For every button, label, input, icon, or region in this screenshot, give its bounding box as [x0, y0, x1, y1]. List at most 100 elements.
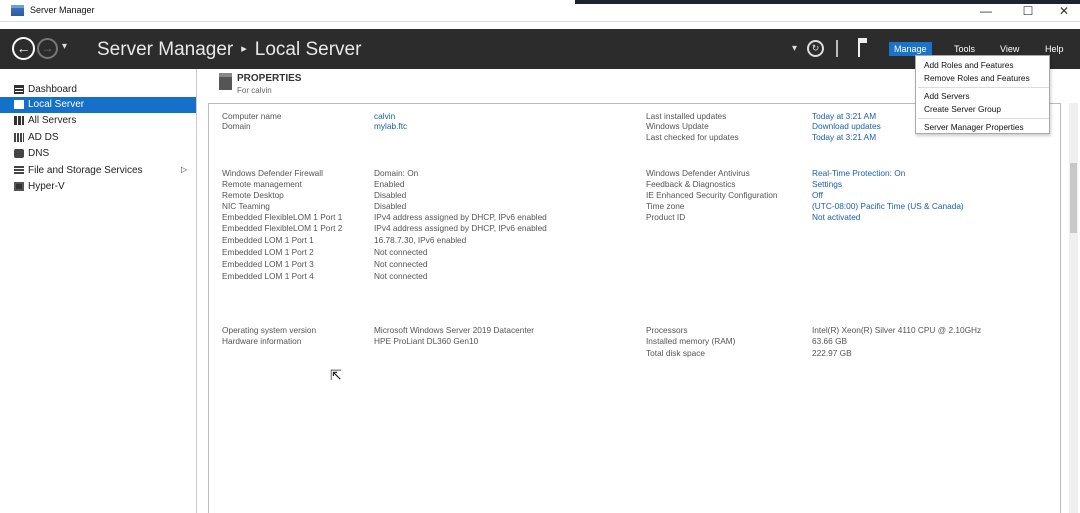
dns-icon — [14, 149, 24, 158]
remote-mgmt-label: Remote management — [222, 179, 302, 189]
remote-desktop-value[interactable]: Disabled — [374, 190, 406, 200]
lom-port2-value[interactable]: Not connected — [374, 247, 428, 257]
domain-value[interactable]: mylab.ftc — [374, 121, 407, 131]
refresh-icon[interactable]: ↻ — [807, 40, 824, 57]
antivirus-label: Windows Defender Antivirus — [646, 168, 750, 178]
breadcrumb-current: Local Server — [254, 39, 362, 60]
taskbar-strip — [575, 0, 1080, 4]
menu-remove-roles[interactable]: Remove Roles and Features — [924, 73, 1030, 83]
sidebar-item-file-storage[interactable]: File and Storage Services ▷ — [0, 163, 196, 179]
sidebar-item-label: Local Server — [28, 99, 85, 110]
processors-label: Processors — [646, 325, 688, 335]
sidebar-item-ad-ds[interactable]: AD DS — [0, 130, 196, 146]
mouse-pointer-icon: ⇱ — [330, 367, 342, 383]
ie-esc-label: IE Enhanced Security Configuration — [646, 190, 778, 200]
lom-port3-value[interactable]: Not connected — [374, 259, 428, 269]
hardware-label: Hardware information — [222, 336, 302, 346]
disk-space-label: Total disk space — [646, 348, 706, 358]
properties-panel — [208, 103, 1061, 513]
breadcrumb-separator-icon: ▸ — [241, 43, 247, 55]
nic-teaming-label: NIC Teaming — [222, 201, 270, 211]
firewall-value[interactable]: Domain: On — [374, 168, 418, 178]
menu-add-roles[interactable]: Add Roles and Features — [924, 60, 1013, 70]
sidebar-item-local-server[interactable]: Local Server — [0, 97, 196, 113]
notifications-flag-icon[interactable] — [855, 38, 869, 58]
window-title: Server Manager — [30, 5, 95, 15]
nic-teaming-value[interactable]: Disabled — [374, 201, 406, 211]
dashboard-icon — [14, 85, 24, 94]
toolbar-divider — [836, 40, 838, 57]
firewall-label: Windows Defender Firewall — [222, 168, 323, 178]
lom-port4-value[interactable]: Not connected — [374, 271, 428, 281]
processors-value: Intel(R) Xeon(R) Silver 4110 CPU @ 2.10G… — [812, 325, 982, 335]
ie-esc-value[interactable]: Off — [812, 190, 823, 200]
lom-port4-label: Embedded LOM 1 Port 4 — [222, 271, 314, 281]
close-button[interactable]: ✕ — [1046, 2, 1080, 20]
scrollbar[interactable] — [1069, 103, 1078, 513]
sidebar-item-dns[interactable]: DNS — [0, 146, 196, 162]
computer-name-value[interactable]: calvin — [374, 111, 395, 121]
minimize-button[interactable]: — — [968, 2, 1004, 20]
sidebar-item-label: File and Storage Services — [28, 165, 143, 176]
last-checked-value[interactable]: Today at 3:21 AM — [812, 132, 876, 142]
lom-port3-label: Embedded LOM 1 Port 3 — [222, 259, 314, 269]
scrollbar-thumb[interactable] — [1070, 163, 1077, 233]
domain-label: Domain — [222, 121, 251, 131]
history-dropdown-icon[interactable]: ▾ — [62, 41, 67, 52]
menu-help[interactable]: Help — [1045, 44, 1064, 54]
back-button[interactable]: ← — [12, 37, 35, 60]
time-zone-value[interactable]: (UTC-08:00) Pacific Time (US & Canada) — [812, 201, 964, 211]
breadcrumb-root[interactable]: Server Manager — [97, 39, 233, 60]
sidebar-item-hyper-v[interactable]: Hyper-V — [0, 179, 196, 195]
product-id-value[interactable]: Not activated — [812, 212, 860, 222]
lom-port1-value[interactable]: 16.78.7.30, IPv6 enabled — [374, 235, 466, 245]
memory-value: 63.66 GB — [812, 336, 848, 346]
flexlom-port2-value[interactable]: IPv4 address assigned by DHCP, IPv6 enab… — [374, 223, 547, 233]
disk-space-value: 222.97 GB — [812, 348, 852, 358]
breadcrumb: Server Manager ▸ Local Server — [97, 39, 361, 61]
feedback-value[interactable]: Settings — [812, 179, 842, 189]
windows-update-label: Windows Update — [646, 121, 709, 131]
lom-port2-label: Embedded LOM 1 Port 2 — [222, 247, 314, 257]
sidebar-item-label: Dashboard — [28, 84, 77, 95]
toolbar-dropdown-icon[interactable]: ▾ — [792, 43, 797, 54]
sidebar-item-label: Hyper-V — [28, 181, 65, 192]
hyper-v-icon — [14, 182, 24, 191]
windows-update-value[interactable]: Download updates — [812, 121, 881, 131]
os-version-value: Microsoft Windows Server 2019 Datacenter — [374, 325, 535, 335]
sidebar-item-dashboard[interactable]: Dashboard — [0, 82, 196, 98]
flexlom-port1-label: Embedded FlexibleLOM 1 Port 1 — [222, 212, 343, 222]
feedback-label: Feedback & Diagnostics — [646, 179, 736, 189]
sidebar-item-label: AD DS — [28, 132, 59, 143]
time-zone-label: Time zone — [646, 201, 685, 211]
computer-name-label: Computer name — [222, 111, 282, 121]
menu-create-group[interactable]: Create Server Group — [924, 104, 1001, 114]
hardware-value: HPE ProLiant DL360 Gen10 — [374, 336, 479, 346]
menu-manage[interactable]: Manage — [889, 42, 932, 56]
flexlom-port1-value[interactable]: IPv4 address assigned by DHCP, IPv6 enab… — [374, 212, 547, 222]
os-version-label: Operating system version — [222, 325, 317, 335]
antivirus-value[interactable]: Real-Time Protection: On — [812, 168, 905, 178]
forward-button[interactable]: → — [37, 38, 58, 59]
sidebar-item-all-servers[interactable]: All Servers — [0, 113, 196, 129]
sidebar: Dashboard Local Server All Servers AD DS… — [0, 69, 197, 513]
manage-dropdown-menu: Add Roles and Features Remove Roles and … — [915, 55, 1050, 134]
main-content: PROPERTIES For calvin Computer name calv… — [198, 69, 1080, 513]
menu-separator — [918, 118, 1049, 119]
properties-subtitle: For calvin — [237, 86, 272, 95]
last-installed-value[interactable]: Today at 3:21 AM — [812, 111, 876, 121]
menu-add-servers[interactable]: Add Servers — [924, 91, 970, 101]
expand-arrow-icon[interactable]: ▷ — [181, 165, 187, 174]
menu-separator — [918, 87, 1049, 88]
properties-title: PROPERTIES — [237, 73, 302, 84]
sidebar-item-label: DNS — [28, 148, 50, 159]
remote-desktop-label: Remote Desktop — [222, 190, 284, 200]
maximize-button[interactable]: ☐ — [1010, 2, 1046, 20]
memory-label: Installed memory (RAM) — [646, 336, 736, 346]
server-manager-icon — [11, 5, 24, 16]
remote-mgmt-value[interactable]: Enabled — [374, 179, 404, 189]
menu-tools[interactable]: Tools — [954, 44, 975, 54]
menu-sm-properties[interactable]: Server Manager Properties — [924, 122, 1024, 132]
last-installed-label: Last installed updates — [646, 111, 727, 121]
menu-view[interactable]: View — [1000, 44, 1019, 54]
